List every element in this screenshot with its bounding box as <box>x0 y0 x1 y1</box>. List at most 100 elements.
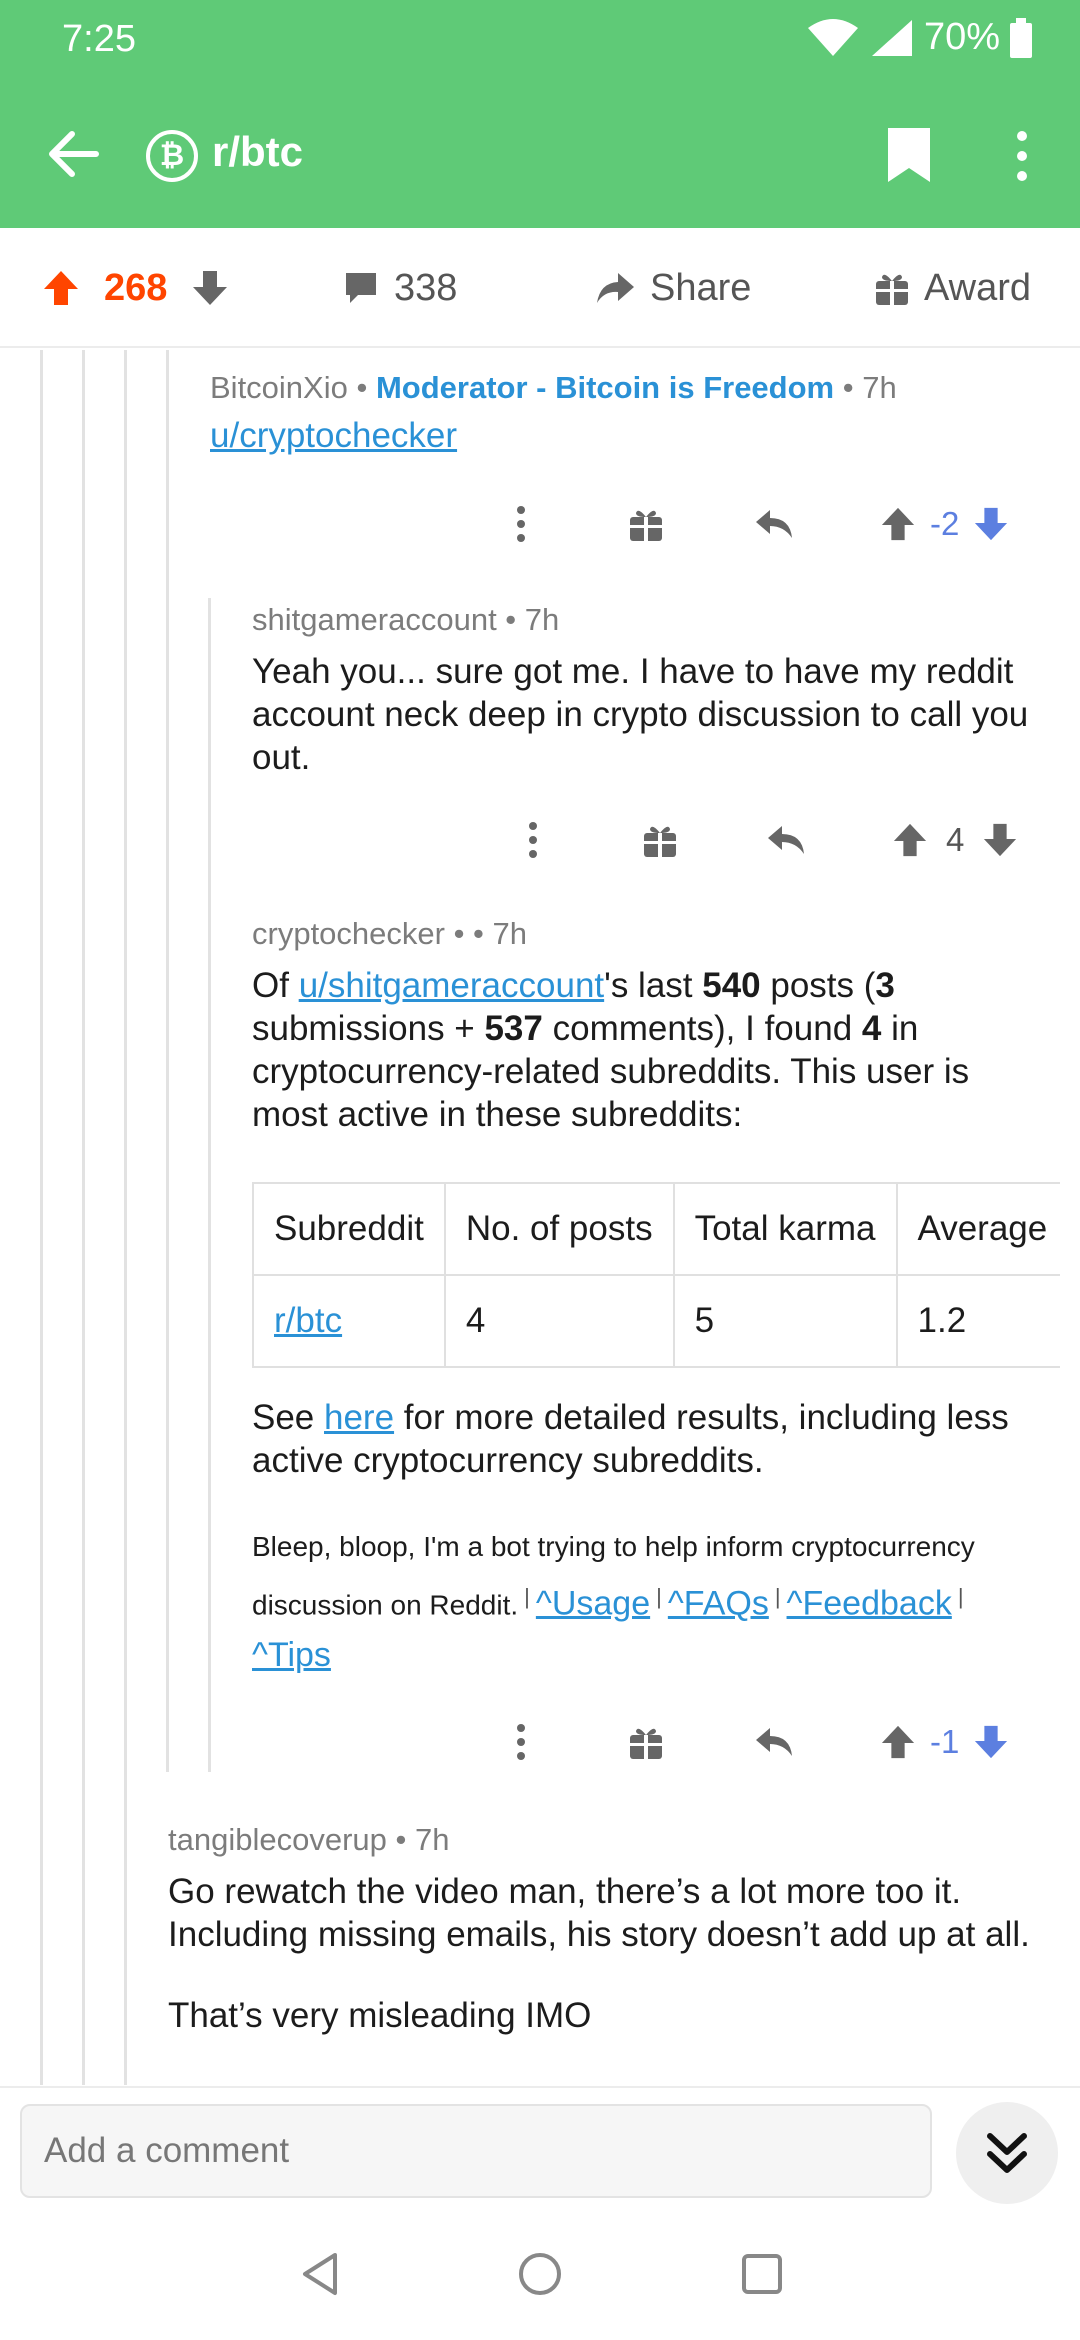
status-time: 7:25 <box>62 18 136 60</box>
subreddit-title[interactable]: r/btc <box>212 128 303 176</box>
user-link[interactable]: u/cryptochecker <box>210 416 457 455</box>
comment-vote-group: -1 <box>880 1712 1009 1772</box>
comment-controls: 4 <box>0 810 1080 870</box>
comment-more-button[interactable] <box>506 1712 536 1772</box>
award-label: Award <box>924 266 1032 309</box>
gift-icon <box>644 826 676 857</box>
post-score: 268 <box>104 266 168 309</box>
downvote-icon[interactable] <box>191 269 229 307</box>
comment-body: Yeah you... sure got me. I have to have … <box>252 652 1029 777</box>
comment-body: u/cryptochecker <box>210 414 1060 457</box>
gift-icon <box>630 510 662 541</box>
nav-home-button[interactable] <box>500 2234 580 2314</box>
bookmark-icon <box>888 128 930 182</box>
bookmark-button[interactable] <box>884 126 934 184</box>
comment-bitcoinxio: BitcoinXio • Moderator - Bitcoin is Free… <box>210 370 1060 457</box>
share-label: Share <box>650 266 752 309</box>
post-comments-count[interactable]: 338 <box>342 228 457 348</box>
upvote-icon[interactable] <box>880 506 916 542</box>
system-nav-bar <box>0 2208 1080 2340</box>
thread-indent-line <box>124 350 127 2085</box>
battery-icon <box>1010 17 1032 58</box>
comment-author[interactable]: BitcoinXio <box>210 370 348 405</box>
next-comment-button[interactable] <box>956 2102 1058 2204</box>
share-icon <box>597 273 634 303</box>
table-header: Total karma <box>672 1182 898 1276</box>
body-text: 's last <box>604 966 703 1005</box>
app-header: 7:25 70% ₿ r/btc <box>0 0 1080 228</box>
comment-award-button[interactable] <box>628 494 664 554</box>
body-text: Of <box>252 966 299 1005</box>
share-button[interactable]: Share <box>594 228 751 348</box>
reply-icon <box>756 510 792 538</box>
more-vert-icon <box>517 1724 525 1760</box>
add-comment-input[interactable]: Add a comment <box>20 2104 932 2198</box>
comment-age: 7h <box>492 916 527 951</box>
comment-icon <box>346 273 376 303</box>
upvote-icon[interactable] <box>880 1724 916 1760</box>
post-vote-group: 268 <box>42 228 229 348</box>
comment-more-button[interactable] <box>518 810 548 870</box>
comment-score: 4 <box>946 821 965 858</box>
thread-indent-line <box>166 350 169 1772</box>
table-header: Average <box>895 1182 1060 1276</box>
comment-author[interactable]: shitgameraccount <box>252 602 497 637</box>
comment-meta: tangiblecoverup • 7h <box>168 1822 450 1857</box>
comment-reply-button[interactable] <box>766 810 806 870</box>
table-row: r/btc 4 5 1.2 <box>252 1274 1060 1368</box>
comment-composer-bar: Add a comment <box>0 2086 1080 2208</box>
more-options-button[interactable] <box>1002 126 1042 186</box>
comment-controls: -2 <box>0 494 1080 554</box>
tips-link[interactable]: ^Tips <box>252 1636 331 1674</box>
user-link[interactable]: u/shitgameraccount <box>299 966 604 1005</box>
body-text: posts ( <box>760 966 876 1005</box>
upvote-icon[interactable] <box>42 269 80 307</box>
comment-body-more: See here for more detailed results, incl… <box>252 1396 1062 1482</box>
comment-age: 7h <box>414 1822 450 1857</box>
comment-body: Of u/shitgameraccount's last 540 posts (… <box>252 964 1052 1136</box>
award-button[interactable]: Award <box>874 228 1031 348</box>
author-flair: Moderator - Bitcoin is Freedom <box>375 370 835 405</box>
nav-back-button[interactable] <box>280 2234 360 2314</box>
downvote-icon[interactable] <box>973 506 1009 542</box>
subreddit-link[interactable]: r/btc <box>274 1301 342 1340</box>
comment-score: -2 <box>930 505 960 542</box>
add-comment-placeholder: Add a comment <box>44 2131 290 2170</box>
nav-recents-button[interactable] <box>722 2234 802 2314</box>
back-button[interactable] <box>44 124 104 184</box>
body-text: submissions + <box>252 1009 485 1048</box>
comments-count: 338 <box>394 266 458 309</box>
details-link[interactable]: here <box>324 1398 394 1437</box>
downvote-icon[interactable] <box>973 1724 1009 1760</box>
comment-reply-button[interactable] <box>754 1712 794 1772</box>
found-count: 4 <box>861 1009 882 1048</box>
thread-indent-line <box>208 598 211 1772</box>
reply-icon <box>768 826 804 854</box>
comment-author[interactable]: tangiblecoverup <box>168 1822 387 1857</box>
posts-count: 540 <box>702 966 761 1005</box>
comment-more-button[interactable] <box>506 494 536 554</box>
comment-thread: BitcoinXio • Moderator - Bitcoin is Free… <box>0 350 1080 2085</box>
faqs-link[interactable]: ^FAQs <box>668 1584 769 1622</box>
usage-link[interactable]: ^Usage <box>536 1584 650 1622</box>
comment-body-2: That’s very misleading IMO <box>168 1996 592 2035</box>
comment-award-button[interactable] <box>642 810 678 870</box>
comment-meta: shitgameraccount • 7h <box>252 602 560 637</box>
table-scroll[interactable]: Subreddit No. of posts Total karma Avera… <box>252 1136 1060 1368</box>
body-text: comments), I found <box>542 1009 862 1048</box>
downvote-icon[interactable] <box>982 822 1018 858</box>
thread-indent-line <box>82 350 85 2085</box>
comment-vote-group: 4 <box>892 810 1018 870</box>
table-cell: r/btc <box>252 1274 446 1368</box>
bot-footer: Bleep, bloop, I'm a bot trying to help i… <box>252 1531 975 1675</box>
submissions-count: 3 <box>875 966 895 1005</box>
upvote-icon[interactable] <box>892 822 928 858</box>
comment-award-button[interactable] <box>628 1712 664 1772</box>
thread-indent-line <box>40 350 43 2085</box>
feedback-link[interactable]: ^Feedback <box>787 1584 952 1622</box>
comment-reply-button[interactable] <box>754 494 794 554</box>
nav-recents-icon <box>742 2254 782 2294</box>
comment-author[interactable]: cryptochecker <box>252 916 445 951</box>
bitcoin-icon: ₿ <box>146 130 198 182</box>
table-cell: 5 <box>672 1274 898 1368</box>
